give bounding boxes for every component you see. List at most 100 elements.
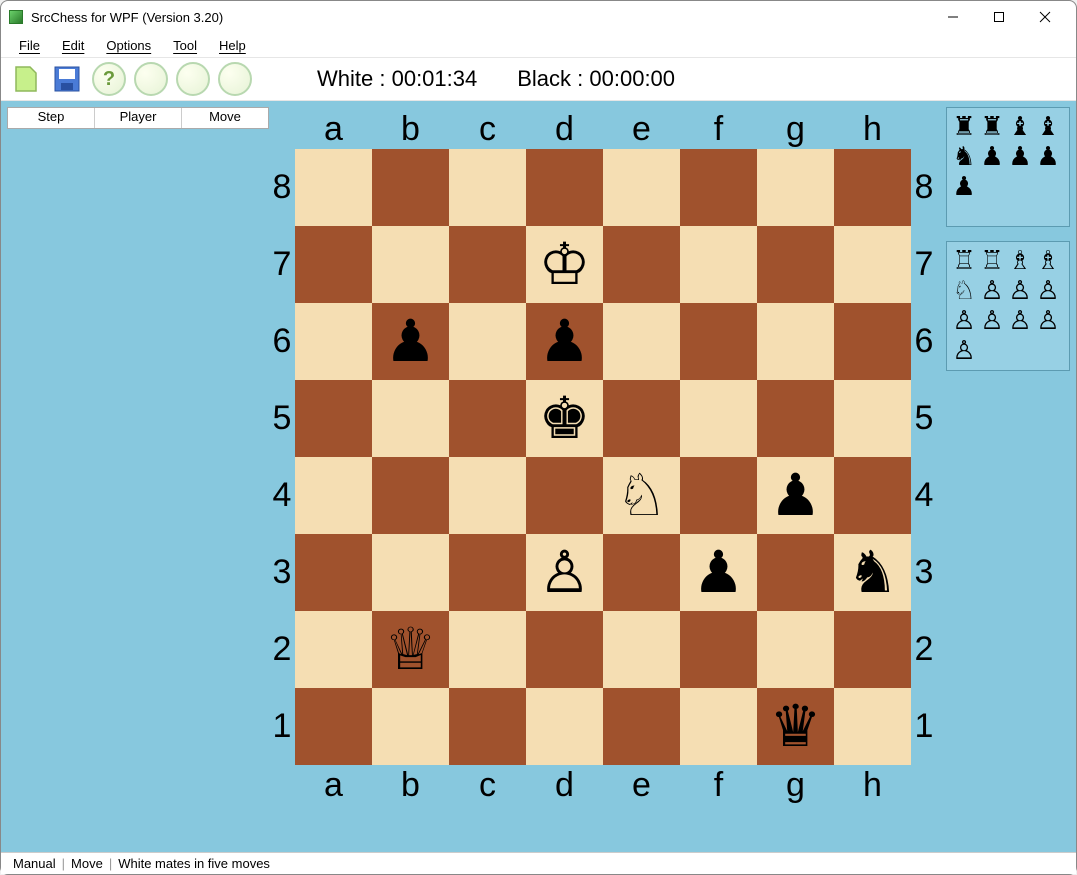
square-f7[interactable] — [680, 226, 757, 303]
rank-label-6: 6 — [911, 303, 937, 380]
square-g7[interactable] — [757, 226, 834, 303]
square-d5[interactable]: ♚ — [526, 380, 603, 457]
circle-button-3[interactable] — [215, 60, 255, 98]
status-phase: Move — [65, 856, 109, 871]
square-h7[interactable] — [834, 226, 911, 303]
square-d4[interactable] — [526, 457, 603, 534]
square-a4[interactable] — [295, 457, 372, 534]
square-f4[interactable] — [680, 457, 757, 534]
square-c8[interactable] — [449, 149, 526, 226]
square-d7[interactable]: ♔ — [526, 226, 603, 303]
circle-button-2[interactable] — [173, 60, 213, 98]
new-file-button[interactable] — [5, 60, 45, 98]
square-e7[interactable] — [603, 226, 680, 303]
file-label-g: g — [757, 110, 834, 149]
square-e6[interactable] — [603, 303, 680, 380]
square-h6[interactable] — [834, 303, 911, 380]
square-h3[interactable]: ♞ — [834, 534, 911, 611]
square-b8[interactable] — [372, 149, 449, 226]
square-b7[interactable] — [372, 226, 449, 303]
square-c1[interactable] — [449, 688, 526, 765]
square-c5[interactable] — [449, 380, 526, 457]
rank-label-4: 4 — [269, 457, 295, 534]
square-a6[interactable] — [295, 303, 372, 380]
menu-edit[interactable]: Edit — [52, 36, 94, 55]
square-f6[interactable] — [680, 303, 757, 380]
captured-white-piece-1: ♖ — [978, 245, 1006, 275]
square-f8[interactable] — [680, 149, 757, 226]
black-timer-value: 00:00:00 — [589, 66, 675, 91]
square-c6[interactable] — [449, 303, 526, 380]
square-c7[interactable] — [449, 226, 526, 303]
file-label-h: h — [834, 110, 911, 149]
square-h4[interactable] — [834, 457, 911, 534]
captured-white-panel: ♖♖♗♗♘♙♙♙♙♙♙♙♙ — [946, 241, 1070, 371]
square-f5[interactable] — [680, 380, 757, 457]
square-b1[interactable] — [372, 688, 449, 765]
help-button[interactable]: ? — [89, 60, 129, 98]
rank-label-7: 7 — [911, 226, 937, 303]
square-a3[interactable] — [295, 534, 372, 611]
menu-file[interactable]: File — [9, 36, 50, 55]
square-h5[interactable] — [834, 380, 911, 457]
chess-board[interactable]: ♔♟♟♚♘♟♙♟♞♕♛ — [295, 149, 911, 765]
square-e5[interactable] — [603, 380, 680, 457]
square-b3[interactable] — [372, 534, 449, 611]
captured-white-piece-8: ♙ — [950, 305, 978, 335]
square-a8[interactable] — [295, 149, 372, 226]
menu-options[interactable]: Options — [96, 36, 161, 55]
square-g8[interactable] — [757, 149, 834, 226]
square-c2[interactable] — [449, 611, 526, 688]
rank-label-8: 8 — [911, 149, 937, 226]
square-g1[interactable]: ♛ — [757, 688, 834, 765]
captured-white-piece-11: ♙ — [1034, 305, 1062, 335]
black-timer-label: Black : — [517, 66, 583, 91]
square-a7[interactable] — [295, 226, 372, 303]
square-e2[interactable] — [603, 611, 680, 688]
square-c3[interactable] — [449, 534, 526, 611]
square-d6[interactable]: ♟ — [526, 303, 603, 380]
circle-button-1[interactable] — [131, 60, 171, 98]
square-h2[interactable] — [834, 611, 911, 688]
square-e1[interactable] — [603, 688, 680, 765]
square-e3[interactable] — [603, 534, 680, 611]
col-step: Step — [8, 108, 95, 128]
square-f1[interactable] — [680, 688, 757, 765]
file-label-d: d — [526, 766, 603, 805]
menu-tool[interactable]: Tool — [163, 36, 207, 55]
square-d3[interactable]: ♙ — [526, 534, 603, 611]
square-g3[interactable] — [757, 534, 834, 611]
menu-help[interactable]: Help — [209, 36, 256, 55]
maximize-button[interactable] — [976, 2, 1022, 32]
square-b5[interactable] — [372, 380, 449, 457]
square-d1[interactable] — [526, 688, 603, 765]
square-a2[interactable] — [295, 611, 372, 688]
close-button[interactable] — [1022, 2, 1068, 32]
square-e8[interactable] — [603, 149, 680, 226]
square-d8[interactable] — [526, 149, 603, 226]
square-g5[interactable] — [757, 380, 834, 457]
black-timer: Black : 00:00:00 — [517, 66, 675, 92]
square-d2[interactable] — [526, 611, 603, 688]
minimize-button[interactable] — [930, 2, 976, 32]
file-labels-bottom: abcdefgh — [295, 765, 931, 805]
window-controls — [930, 2, 1068, 32]
square-b6[interactable]: ♟ — [372, 303, 449, 380]
square-f3[interactable]: ♟ — [680, 534, 757, 611]
square-a5[interactable] — [295, 380, 372, 457]
save-button[interactable] — [47, 60, 87, 98]
square-b2[interactable]: ♕ — [372, 611, 449, 688]
square-h8[interactable] — [834, 149, 911, 226]
square-f2[interactable] — [680, 611, 757, 688]
move-list-header[interactable]: Step Player Move — [7, 107, 269, 129]
square-g4[interactable]: ♟ — [757, 457, 834, 534]
square-a1[interactable] — [295, 688, 372, 765]
captured-white-piece-10: ♙ — [1006, 305, 1034, 335]
square-g2[interactable] — [757, 611, 834, 688]
square-c4[interactable] — [449, 457, 526, 534]
square-g6[interactable] — [757, 303, 834, 380]
square-e4[interactable]: ♘ — [603, 457, 680, 534]
square-h1[interactable] — [834, 688, 911, 765]
white-timer: White : 00:01:34 — [317, 66, 477, 92]
square-b4[interactable] — [372, 457, 449, 534]
